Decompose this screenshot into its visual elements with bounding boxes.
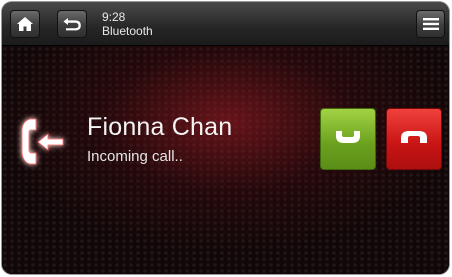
top-bar: 9:28 Bluetooth [2,2,449,46]
end-call-button[interactable] [386,108,442,170]
clock-time: 9:28 [102,10,126,24]
incoming-call-icon [16,113,78,173]
answer-call-icon [335,130,361,149]
home-icon [16,16,34,32]
menu-button[interactable] [416,10,445,38]
device-frame: 9:28 Bluetooth Fionna Chan Incoming call… [2,2,449,274]
menu-icon [422,17,439,31]
caller-name: Fionna Chan [87,113,233,141]
end-call-icon [400,130,428,149]
call-status: Incoming call.. [87,148,183,165]
audio-source-label: Bluetooth [102,24,153,38]
back-arrow-icon [62,16,82,32]
incoming-call-screen: Fionna Chan Incoming call.. [2,46,449,274]
back-button[interactable] [57,10,87,38]
home-button[interactable] [10,10,40,38]
answer-call-button[interactable] [320,108,376,170]
caller-info: Fionna Chan Incoming call.. [87,112,232,166]
status-area: 9:28 Bluetooth [102,10,153,38]
